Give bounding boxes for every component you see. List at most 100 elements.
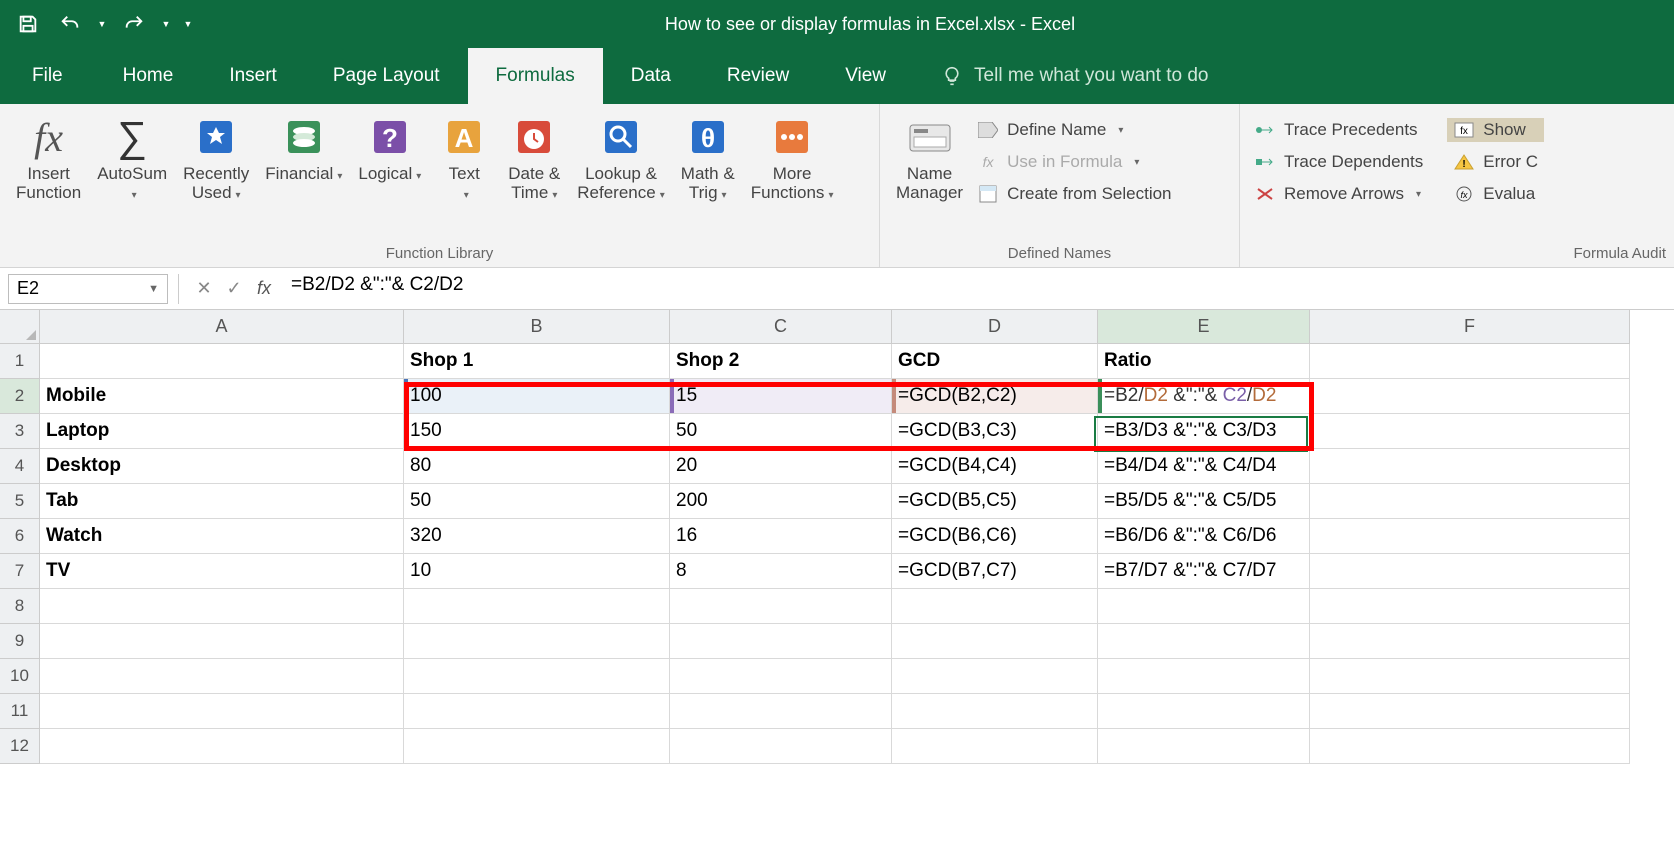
cell-E8[interactable]: [1098, 589, 1310, 624]
btn-evaluate-formula[interactable]: fxEvalua: [1447, 182, 1544, 206]
select-all-corner[interactable]: [0, 310, 40, 344]
cell-F4[interactable]: [1310, 449, 1630, 484]
cell-C4[interactable]: 20: [670, 449, 892, 484]
cell-D11[interactable]: [892, 694, 1098, 729]
row-header-7[interactable]: 7: [0, 554, 40, 589]
row-header-3[interactable]: 3: [0, 414, 40, 449]
formula-input[interactable]: =B2/D2 &":"& C2/D2: [279, 274, 1666, 304]
btn-define-name[interactable]: Define Name▾: [971, 118, 1177, 142]
cell-A10[interactable]: [40, 659, 404, 694]
tab-data[interactable]: Data: [603, 48, 699, 104]
btn-remove-arrows[interactable]: Remove Arrows▾: [1248, 182, 1429, 206]
cell-B2[interactable]: 100: [404, 379, 670, 414]
cell-C11[interactable]: [670, 694, 892, 729]
cell-A2[interactable]: Mobile: [40, 379, 404, 414]
btn-financial[interactable]: Financial▾: [257, 112, 350, 188]
tab-home[interactable]: Home: [95, 48, 202, 104]
tell-me-search[interactable]: Tell me what you want to do: [914, 48, 1236, 104]
cell-D4[interactable]: =GCD(B4,C4): [892, 449, 1098, 484]
cell-D3[interactable]: =GCD(B3,C3): [892, 414, 1098, 449]
btn-use-in-formula[interactable]: fxUse in Formula▾: [971, 150, 1177, 174]
row-header-8[interactable]: 8: [0, 589, 40, 624]
tab-insert[interactable]: Insert: [201, 48, 305, 104]
cell-A9[interactable]: [40, 624, 404, 659]
btn-text[interactable]: AText▾: [429, 112, 499, 207]
cell-F2[interactable]: [1310, 379, 1630, 414]
cell-C1[interactable]: Shop 2: [670, 344, 892, 379]
cell-C2[interactable]: 15: [670, 379, 892, 414]
cell-F12[interactable]: [1310, 729, 1630, 764]
cell-F5[interactable]: [1310, 484, 1630, 519]
btn-name-manager[interactable]: Name Manager: [888, 112, 971, 204]
cell-E1[interactable]: Ratio: [1098, 344, 1310, 379]
col-header-A[interactable]: A: [40, 310, 404, 344]
cell-E9[interactable]: [1098, 624, 1310, 659]
cell-D9[interactable]: [892, 624, 1098, 659]
cell-E12[interactable]: [1098, 729, 1310, 764]
btn-insert-function[interactable]: fxInsert Function: [8, 112, 89, 204]
btn-more-functions[interactable]: More Functions▾: [743, 112, 842, 207]
btn-date-time[interactable]: Date & Time▾: [499, 112, 569, 207]
cell-F1[interactable]: [1310, 344, 1630, 379]
cell-E6[interactable]: =B6/D6 &":"& C6/D6: [1098, 519, 1310, 554]
row-header-9[interactable]: 9: [0, 624, 40, 659]
cell-C7[interactable]: 8: [670, 554, 892, 589]
btn-lookup-reference[interactable]: Lookup & Reference▾: [569, 112, 672, 207]
cell-E4[interactable]: =B4/D4 &":"& C4/D4: [1098, 449, 1310, 484]
cell-E5[interactable]: =B5/D5 &":"& C5/D5: [1098, 484, 1310, 519]
col-header-B[interactable]: B: [404, 310, 670, 344]
cell-A12[interactable]: [40, 729, 404, 764]
cell-E10[interactable]: [1098, 659, 1310, 694]
row-header-4[interactable]: 4: [0, 449, 40, 484]
row-header-2[interactable]: 2: [0, 379, 40, 414]
row-header-6[interactable]: 6: [0, 519, 40, 554]
btn-error-checking[interactable]: !Error C: [1447, 150, 1544, 174]
undo-button[interactable]: [52, 6, 88, 42]
cell-B4[interactable]: 80: [404, 449, 670, 484]
undo-dropdown[interactable]: ▼: [94, 6, 110, 42]
row-header-10[interactable]: 10: [0, 659, 40, 694]
cell-D8[interactable]: [892, 589, 1098, 624]
cell-F9[interactable]: [1310, 624, 1630, 659]
btn-trace-dependents[interactable]: Trace Dependents: [1248, 150, 1429, 174]
cell-B5[interactable]: 50: [404, 484, 670, 519]
cell-D10[interactable]: [892, 659, 1098, 694]
cell-F10[interactable]: [1310, 659, 1630, 694]
cell-F3[interactable]: [1310, 414, 1630, 449]
cell-B9[interactable]: [404, 624, 670, 659]
cell-A1[interactable]: [40, 344, 404, 379]
col-header-D[interactable]: D: [892, 310, 1098, 344]
cell-F11[interactable]: [1310, 694, 1630, 729]
tab-page-layout[interactable]: Page Layout: [305, 48, 468, 104]
qat-customize[interactable]: ▼: [180, 6, 196, 42]
cell-B3[interactable]: 150: [404, 414, 670, 449]
row-header-1[interactable]: 1: [0, 344, 40, 379]
cell-F6[interactable]: [1310, 519, 1630, 554]
cell-D1[interactable]: GCD: [892, 344, 1098, 379]
cell-A5[interactable]: Tab: [40, 484, 404, 519]
cell-A8[interactable]: [40, 589, 404, 624]
cell-E2[interactable]: =B2/D2 &":"& C2/D2: [1098, 379, 1310, 414]
cell-E3[interactable]: =B3/D3 &":"& C3/D3: [1098, 414, 1310, 449]
cell-D6[interactable]: =GCD(B6,C6): [892, 519, 1098, 554]
btn-create-from-selection[interactable]: Create from Selection: [971, 182, 1177, 206]
row-header-5[interactable]: 5: [0, 484, 40, 519]
tab-file[interactable]: File: [0, 48, 95, 104]
tab-view[interactable]: View: [817, 48, 914, 104]
btn-recently-used[interactable]: Recently Used▾: [175, 112, 257, 207]
cell-A7[interactable]: TV: [40, 554, 404, 589]
cell-C10[interactable]: [670, 659, 892, 694]
cell-A4[interactable]: Desktop: [40, 449, 404, 484]
cell-C5[interactable]: 200: [670, 484, 892, 519]
col-header-F[interactable]: F: [1310, 310, 1630, 344]
cell-A11[interactable]: [40, 694, 404, 729]
cell-D5[interactable]: =GCD(B5,C5): [892, 484, 1098, 519]
cell-E11[interactable]: [1098, 694, 1310, 729]
col-header-C[interactable]: C: [670, 310, 892, 344]
cell-C6[interactable]: 16: [670, 519, 892, 554]
cell-B11[interactable]: [404, 694, 670, 729]
cell-C8[interactable]: [670, 589, 892, 624]
tab-review[interactable]: Review: [699, 48, 817, 104]
cell-F8[interactable]: [1310, 589, 1630, 624]
name-box[interactable]: E2▼: [8, 274, 168, 304]
